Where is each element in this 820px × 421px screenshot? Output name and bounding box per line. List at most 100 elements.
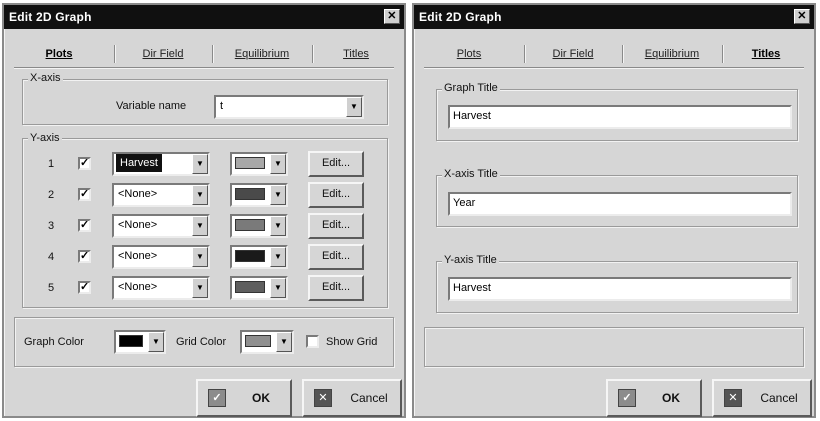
- dialog-title: Edit 2D Graph: [419, 10, 502, 24]
- dialog-titlebar[interactable]: Edit 2D Graph ✕: [414, 5, 814, 29]
- cancel-label: Cancel: [760, 391, 798, 405]
- yaxis-row-checkbox[interactable]: ✓: [78, 219, 91, 232]
- cancel-label: Cancel: [350, 391, 388, 405]
- ok-button[interactable]: ✓ OK: [606, 379, 702, 417]
- yaxis-row-edit-button[interactable]: Edit...: [308, 182, 364, 208]
- yaxis-row-checkbox[interactable]: ✓: [78, 157, 91, 170]
- ok-button[interactable]: ✓ OK: [196, 379, 292, 417]
- dialog-title: Edit 2D Graph: [9, 10, 92, 24]
- yaxis-row-number: 1: [48, 158, 55, 170]
- cancel-button[interactable]: ✕ Cancel: [302, 379, 402, 417]
- yaxis-row-variable-value: <None>: [118, 281, 158, 293]
- yaxis-row-variable-select[interactable]: <None> ▼: [112, 183, 210, 207]
- graph-title-input[interactable]: Harvest: [448, 105, 792, 129]
- tab-plots-label: Plots: [45, 48, 73, 60]
- yaxis-row-checkbox[interactable]: ✓: [78, 250, 91, 263]
- graph-color-select[interactable]: ▼: [114, 330, 166, 354]
- color-swatch: [235, 157, 265, 169]
- cross-icon: ✕: [724, 389, 742, 407]
- tab-plots[interactable]: Plots: [424, 41, 514, 67]
- yaxis-row-edit-button[interactable]: Edit...: [308, 275, 364, 301]
- tab-plots-label: Plots: [456, 48, 482, 60]
- color-swatch: [245, 335, 271, 347]
- check-icon: ✓: [80, 157, 90, 169]
- color-swatch: [235, 219, 265, 231]
- variable-name-label: Variable name: [116, 100, 187, 112]
- tab-divider: [722, 45, 724, 63]
- yaxis-row-variable-value: Harvest: [116, 154, 162, 172]
- graph-title-label: Graph Title: [442, 82, 500, 94]
- chevron-down-icon[interactable]: ▼: [270, 247, 286, 267]
- chevron-down-icon[interactable]: ▼: [148, 332, 164, 352]
- chevron-down-icon[interactable]: ▼: [192, 278, 208, 298]
- yaxis-row-color-select[interactable]: ▼: [230, 152, 288, 176]
- check-icon: ✓: [80, 188, 90, 200]
- yaxis-row-color-select[interactable]: ▼: [230, 276, 288, 300]
- yaxis-row-edit-button[interactable]: Edit...: [308, 151, 364, 177]
- xaxis-group-label: X-axis: [28, 72, 63, 84]
- tab-equilibrium[interactable]: Equilibrium: [626, 41, 718, 67]
- yaxis-title-input[interactable]: Harvest: [448, 277, 792, 301]
- yaxis-row-checkbox[interactable]: ✓: [78, 188, 91, 201]
- tab-titles[interactable]: Titles: [316, 41, 396, 67]
- yaxis-row-color-select[interactable]: ▼: [230, 214, 288, 238]
- yaxis-title-label: Y-axis Title: [442, 254, 499, 266]
- yaxis-row-variable-select[interactable]: <None> ▼: [112, 245, 210, 269]
- yaxis-group-label: Y-axis: [28, 132, 62, 144]
- tab-titles-label: Titles: [751, 48, 781, 60]
- dialog-titlebar[interactable]: Edit 2D Graph ✕: [4, 5, 404, 29]
- chevron-down-icon[interactable]: ▼: [270, 185, 286, 205]
- tab-dir-field[interactable]: Dir Field: [118, 41, 208, 67]
- chevron-down-icon[interactable]: ▼: [276, 332, 292, 352]
- check-icon: ✓: [618, 389, 636, 407]
- cross-icon: ✕: [314, 389, 332, 407]
- close-icon[interactable]: ✕: [794, 9, 810, 24]
- tab-divider: [114, 45, 116, 63]
- yaxis-row-variable-value: <None>: [118, 188, 158, 200]
- color-swatch: [235, 281, 265, 293]
- yaxis-row-edit-button[interactable]: Edit...: [308, 244, 364, 270]
- tab-divider: [524, 45, 526, 63]
- yaxis-row-variable-select[interactable]: <None> ▼: [112, 276, 210, 300]
- yaxis-row-color-select[interactable]: ▼: [230, 245, 288, 269]
- yaxis-row-variable-value: <None>: [118, 250, 158, 262]
- show-grid-checkbox[interactable]: [306, 335, 319, 348]
- ok-label: OK: [662, 391, 680, 405]
- chevron-down-icon[interactable]: ▼: [270, 154, 286, 174]
- yaxis-row-number: 4: [48, 251, 55, 263]
- tab-titles[interactable]: Titles: [726, 41, 806, 67]
- color-swatch: [235, 188, 265, 200]
- variable-name-select[interactable]: t ▼: [214, 95, 364, 119]
- color-swatch: [235, 250, 265, 262]
- chevron-down-icon[interactable]: ▼: [192, 154, 208, 174]
- yaxis-row-checkbox[interactable]: ✓: [78, 281, 91, 294]
- xaxis-title-input[interactable]: Year: [448, 192, 792, 216]
- cancel-button[interactable]: ✕ Cancel: [712, 379, 812, 417]
- chevron-down-icon[interactable]: ▼: [346, 97, 362, 117]
- yaxis-row-edit-button[interactable]: Edit...: [308, 213, 364, 239]
- chevron-down-icon[interactable]: ▼: [192, 216, 208, 236]
- tab-dir-field-label: Dir Field: [552, 48, 594, 60]
- tab-dir-field[interactable]: Dir Field: [528, 41, 618, 67]
- ok-label: OK: [252, 391, 270, 405]
- close-icon[interactable]: ✕: [384, 9, 400, 24]
- grid-color-select[interactable]: ▼: [240, 330, 294, 354]
- yaxis-row-variable-select[interactable]: <None> ▼: [112, 214, 210, 238]
- yaxis-row-variable-value: <None>: [118, 219, 158, 231]
- tab-divider: [212, 45, 214, 63]
- yaxis-row-number: 5: [48, 282, 55, 294]
- tab-plots[interactable]: Plots: [14, 41, 104, 67]
- check-icon: ✓: [80, 250, 90, 262]
- chevron-down-icon[interactable]: ▼: [192, 185, 208, 205]
- chevron-down-icon[interactable]: ▼: [192, 247, 208, 267]
- yaxis-row-color-select[interactable]: ▼: [230, 183, 288, 207]
- tab-underline: [14, 67, 394, 69]
- chevron-down-icon[interactable]: ▼: [270, 216, 286, 236]
- edit-2d-graph-dialog-plots: Edit 2D Graph ✕ Plots Dir Field Equilibr…: [2, 3, 406, 418]
- yaxis-row-variable-select[interactable]: Harvest ▼: [112, 152, 210, 176]
- tab-dir-field-label: Dir Field: [142, 48, 184, 60]
- show-grid-label: Show Grid: [326, 336, 378, 348]
- empty-panel: [424, 327, 804, 367]
- tab-equilibrium[interactable]: Equilibrium: [216, 41, 308, 67]
- chevron-down-icon[interactable]: ▼: [270, 278, 286, 298]
